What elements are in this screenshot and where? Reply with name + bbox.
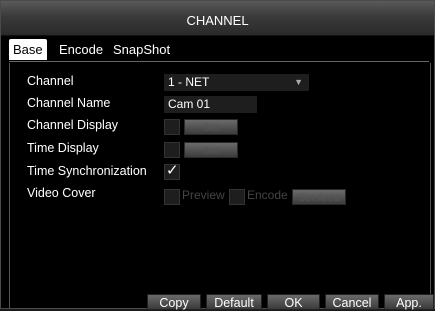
default-button[interactable]: Default bbox=[206, 294, 262, 310]
ok-button[interactable]: OK bbox=[267, 294, 320, 310]
channel-name-input[interactable]: Cam 01 bbox=[164, 96, 257, 113]
dialog-title: CHANNEL bbox=[186, 13, 249, 28]
preview-checkbox[interactable] bbox=[164, 189, 180, 205]
time-display-label: Time Display bbox=[27, 141, 99, 155]
video-cover-label: Video Cover bbox=[27, 186, 96, 200]
tab-bar: Base Encode SnapShot bbox=[9, 39, 429, 62]
tab-snapshot[interactable]: SnapShot bbox=[109, 39, 174, 60]
tab-base[interactable]: Base bbox=[9, 39, 47, 60]
channel-display-checkbox[interactable] bbox=[164, 119, 180, 135]
time-sync-label: Time Synchronization bbox=[27, 164, 147, 178]
channel-value: 1 - NET bbox=[168, 75, 210, 89]
preview-label: Preview bbox=[182, 188, 225, 202]
time-sync-checkbox[interactable]: ✓ bbox=[164, 162, 180, 180]
copy-button[interactable]: Copy bbox=[147, 294, 201, 310]
time-display-set-button[interactable]: Set bbox=[184, 142, 238, 158]
checkmark-icon: ✓ bbox=[166, 162, 179, 179]
tab-encode[interactable]: Encode bbox=[55, 39, 107, 60]
channel-dropdown[interactable]: 1 - NET ▼ bbox=[164, 74, 309, 91]
channel-dialog: CHANNEL Base Encode SnapShot Channel 1 -… bbox=[0, 0, 435, 310]
channel-display-label: Channel Display bbox=[27, 118, 119, 132]
channel-display-set-button[interactable]: Set bbox=[184, 119, 238, 135]
apply-button[interactable]: App. bbox=[384, 294, 434, 310]
cancel-button[interactable]: Cancel bbox=[325, 294, 379, 310]
channel-name-label: Channel Name bbox=[27, 96, 111, 110]
time-display-checkbox[interactable] bbox=[164, 142, 180, 158]
encode-checkbox[interactable] bbox=[229, 189, 245, 205]
channel-label: Channel bbox=[27, 74, 74, 88]
encode-label: Encode bbox=[247, 188, 288, 202]
set-area-button[interactable]: Set Area bbox=[292, 189, 346, 205]
dropdown-arrow-icon: ▼ bbox=[294, 77, 303, 87]
title-bar[interactable]: CHANNEL bbox=[1, 1, 434, 36]
